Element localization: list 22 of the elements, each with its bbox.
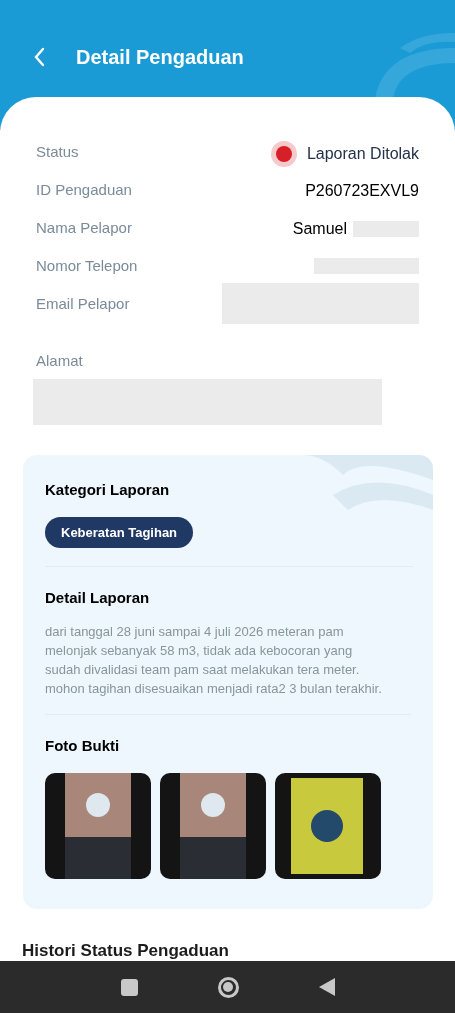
- field-value: Laporan Ditolak: [306, 144, 419, 164]
- section-heading: Histori Status Pengaduan: [22, 940, 229, 962]
- page-title: Detail Pengaduan: [76, 45, 244, 70]
- back-nav-button[interactable]: [318, 978, 335, 996]
- photo-placeholder[interactable]: [45, 773, 151, 879]
- field-label: ID Pengaduan: [36, 180, 132, 200]
- field-value: P260723EXVL9: [305, 181, 419, 201]
- photo-placeholder[interactable]: [275, 773, 381, 879]
- section-heading: Foto Bukti: [45, 735, 121, 756]
- field-label: Email Pelapor: [36, 294, 130, 314]
- section-heading: Detail Laporan: [45, 588, 151, 608]
- field-label: Status: [36, 142, 79, 162]
- report-description: dari tanggal 28 juni sampai 4 juli 2026 meteran pam melonjak sebanyak 58 m3, tidak ada kebocoran yang sudah divalidasi team pam saat melakukan tera meter. mohon tagihan disesuaikan menjadi rata2 3 bulan terakhir.: [45, 622, 383, 698]
- recent-apps-button[interactable]: [120, 978, 138, 996]
- photo-placeholder[interactable]: [160, 773, 266, 879]
- field-label: Nomor Telepon: [36, 256, 138, 276]
- field-label: Alamat: [36, 352, 83, 369]
- home-button[interactable]: [217, 976, 239, 998]
- section-heading: Kategori Laporan: [45, 480, 171, 500]
- field-label: Nama Pelapor: [36, 218, 132, 238]
- category-tag: Keberatan Tagihan: [45, 516, 194, 548]
- field-value: Samuel: [292, 219, 347, 239]
